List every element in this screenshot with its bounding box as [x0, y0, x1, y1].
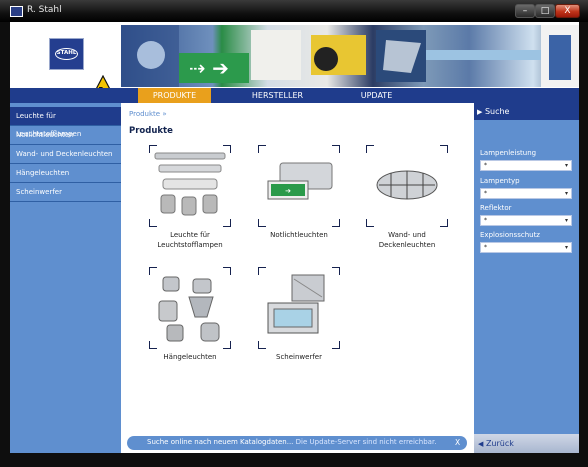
sidebar-item-floodlight[interactable]: Scheinwerfer: [10, 183, 121, 202]
chevron-down-icon: ▾: [564, 162, 568, 169]
select-value: *: [484, 190, 487, 197]
sidebar-item-emergency[interactable]: Notlichtleuchten: [10, 126, 121, 145]
emergency-light-image: ➔: [258, 145, 340, 227]
status-text: Suche online nach neuem Katalogdaten...: [147, 438, 294, 446]
svg-text:➔: ➔: [285, 187, 291, 195]
chevron-down-icon: ▾: [564, 217, 568, 224]
product-label: Notlichtleuchten: [270, 231, 328, 239]
pendant-light-image: [149, 267, 231, 349]
chevron-down-icon: ▾: [564, 190, 568, 197]
status-close-button[interactable]: X: [455, 438, 460, 447]
main-navigation: PRODUKTE HERSTELLER UPDATE: [10, 88, 579, 103]
svg-text:⇢ ➔: ⇢ ➔: [189, 56, 229, 80]
filter-select-lampentyp[interactable]: * ▾: [480, 188, 572, 199]
category-sidebar: Leuchte für Leuchtstofflampen Notlichtle…: [10, 103, 121, 453]
filter-label-lampenleistung: Lampenleistung: [480, 149, 537, 157]
search-panel: ▶ Suche Lampenleistung * ▾ Lampentyp * ▾…: [474, 103, 579, 453]
product-label: Hängeleuchten: [163, 353, 217, 361]
select-value: *: [484, 217, 487, 224]
status-message: Suche online nach neuem Katalogdaten... …: [147, 438, 436, 446]
fluorescent-luminaires-image: [149, 145, 231, 227]
header-banner-image: ⇢ ➔: [121, 25, 579, 87]
client-area: STAHL ⇢ ➔ Ex PRODUKTE: [10, 22, 579, 453]
page-title: Produkte: [129, 126, 173, 136]
search-title: Suche: [484, 107, 510, 116]
filter-label-explosionsschutz: Explosionsschutz: [480, 231, 540, 239]
sidebar-item-fluorescent[interactable]: Leuchte für Leuchtstofflampen: [10, 107, 121, 138]
filter-select-explosionsschutz[interactable]: * ▾: [480, 242, 572, 253]
back-label: Zurück: [485, 439, 514, 448]
search-header: ▶ Suche: [474, 103, 579, 120]
filter-label-reflektor: Reflektor: [480, 204, 512, 212]
minimize-button[interactable]: –: [515, 4, 535, 18]
filter-select-lampenleistung[interactable]: * ▾: [480, 160, 572, 171]
wall-ceiling-light-image: [366, 145, 448, 227]
select-value: *: [484, 162, 487, 169]
stahl-logo: STAHL: [49, 38, 84, 70]
chevron-down-icon: ▾: [564, 244, 568, 251]
app-icon: [10, 6, 23, 17]
filter-label-lampentyp: Lampentyp: [480, 177, 520, 185]
logo-text: STAHL: [55, 48, 78, 60]
maximize-button[interactable]: □: [535, 4, 555, 18]
back-button[interactable]: ◀ Zurück: [474, 434, 579, 453]
status-link[interactable]: Die Update-Server sind nicht erreichbar.: [296, 438, 437, 446]
application-window: R. Stahl – □ X STAHL ⇢ ➔ PRODUKTE HERSTE…: [0, 0, 588, 467]
sidebar-item-pendant[interactable]: Hängeleuchten: [10, 164, 121, 183]
select-value: *: [484, 244, 487, 251]
tab-produkte[interactable]: PRODUKTE: [138, 88, 211, 103]
search-arrow-icon: ▶: [477, 108, 483, 116]
back-arrow-icon: ◀: [478, 440, 484, 448]
breadcrumb[interactable]: Produkte »: [129, 110, 167, 118]
product-label: Scheinwerfer: [276, 353, 322, 361]
product-label: Leuchte für Leuchtstofflampen: [157, 231, 223, 249]
update-status-bar: Suche online nach neuem Katalogdaten... …: [127, 436, 467, 450]
filter-select-reflektor[interactable]: * ▾: [480, 215, 572, 226]
floodlight-image: [258, 267, 340, 349]
product-label: Wand- und Deckenleuchten: [378, 231, 436, 249]
close-button[interactable]: X: [555, 4, 580, 18]
window-title: R. Stahl: [27, 5, 62, 15]
banner-illustration: ⇢ ➔: [121, 25, 579, 87]
main-content: Produkte » Produkte Leuchte für Leuchtst…: [121, 103, 471, 453]
tab-update[interactable]: UPDATE: [345, 88, 408, 103]
sidebar-item-wall-ceiling[interactable]: Wand- und Deckenleuchten: [10, 145, 121, 164]
title-bar[interactable]: R. Stahl – □ X: [0, 0, 588, 22]
tab-hersteller[interactable]: HERSTELLER: [237, 88, 318, 103]
